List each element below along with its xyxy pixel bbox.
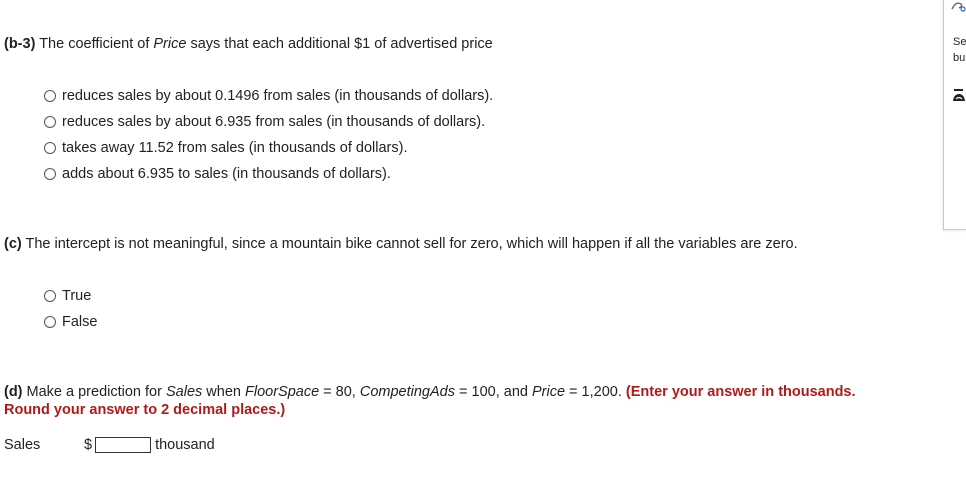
edit-icon[interactable] (950, 0, 966, 16)
question-b3-text: (b-3) The coefficient of Price says that… (4, 36, 493, 52)
question-d-text: (d) Make a prediction for Sales when Flo… (4, 384, 856, 400)
instruction-text: (Enter your answer in thousands. (625, 384, 856, 400)
c-option-false[interactable]: False (44, 314, 97, 330)
radio-button[interactable] (44, 290, 56, 302)
side-panel-text-2: bu (953, 52, 966, 64)
sales-answer-row: Sales $ thousand (4, 437, 215, 453)
c-option-true[interactable]: True (44, 288, 91, 304)
sales-input[interactable] (95, 437, 152, 453)
side-panel-text-1: Se (953, 36, 966, 48)
radio-button[interactable] (44, 116, 56, 128)
question-b3-label: (b-3) (4, 36, 36, 52)
question-d-label: (d) (4, 384, 23, 400)
radio-button[interactable] (44, 142, 56, 154)
sales-label: Sales (4, 437, 41, 453)
radio-button[interactable] (44, 90, 56, 102)
b3-option-4[interactable]: adds about 6.935 to sales (in thousands … (44, 166, 391, 182)
instruction-text-continued: Round your answer to 2 decimal places.) (4, 402, 286, 418)
currency-symbol: $ (84, 437, 93, 453)
question-c-text: (c) The intercept is not meaningful, sin… (4, 236, 798, 252)
question-c-label: (c) (4, 236, 22, 252)
unit-label: thousand (155, 437, 215, 453)
b3-option-3[interactable]: takes away 11.52 from sales (in thousand… (44, 140, 408, 156)
b3-option-2[interactable]: reduces sales by about 6.935 from sales … (44, 114, 485, 130)
radio-button[interactable] (44, 168, 56, 180)
side-panel: Se bu (943, 0, 966, 230)
b3-option-1[interactable]: reduces sales by about 0.1496 from sales… (44, 88, 493, 104)
scroll-icon[interactable] (952, 88, 966, 108)
radio-button[interactable] (44, 316, 56, 328)
